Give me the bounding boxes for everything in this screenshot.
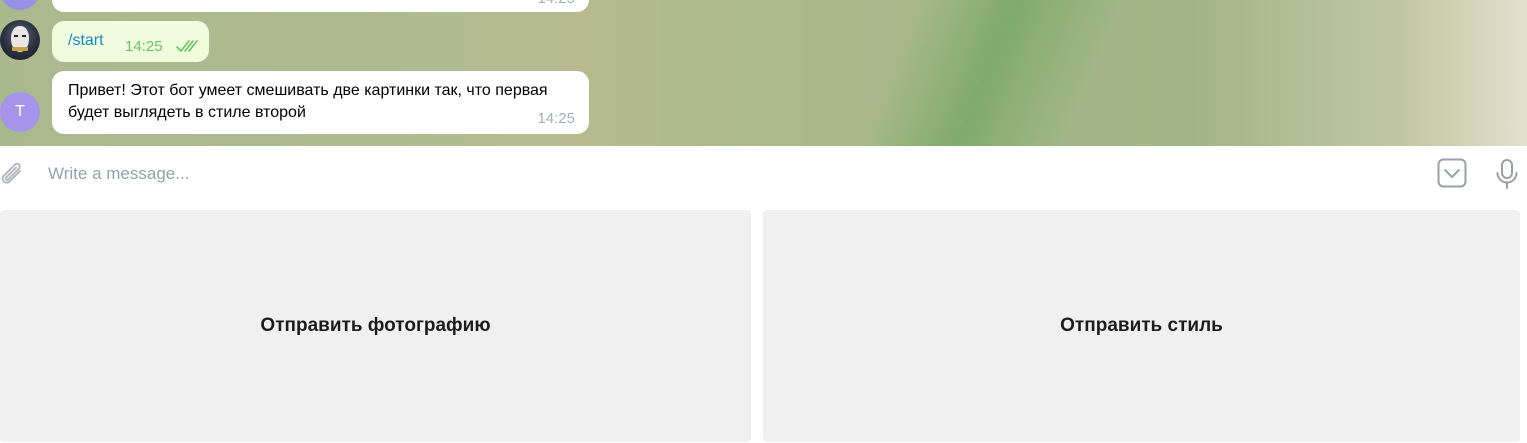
- bot-avatar[interactable]: T: [0, 92, 40, 132]
- message-time: 14:25: [537, 110, 575, 127]
- incoming-message-bubble: Привет! Этот бот умеет смешивать две кар…: [52, 71, 589, 134]
- paperclip-icon[interactable]: [0, 160, 26, 190]
- avatar-logo: [12, 47, 28, 51]
- message-time: 14:25: [537, 0, 575, 10]
- bot-keyboard-icon[interactable]: [1437, 158, 1467, 188]
- message-composer: [0, 146, 1527, 202]
- message-input[interactable]: [38, 158, 1418, 190]
- message-text: Привет! Этот бот умеет смешивать две кар…: [68, 82, 548, 121]
- message-bubble: 14:25: [52, 0, 589, 12]
- send-style-button[interactable]: Отправить стиль: [763, 210, 1520, 442]
- user-avatar[interactable]: [0, 20, 40, 60]
- start-command-link[interactable]: /start: [68, 30, 104, 52]
- send-photo-button[interactable]: Отправить фотографию: [0, 210, 751, 442]
- message-time: 14:25: [125, 38, 163, 55]
- chat-history: 14:25 /start 14:25 T Привет! Этот бот ум…: [0, 0, 1527, 146]
- microphone-icon[interactable]: [1494, 158, 1520, 190]
- bot-reply-keyboard: Отправить фотографию Отправить стиль: [0, 202, 1527, 443]
- double-check-icon: [176, 40, 198, 52]
- outgoing-message-bubble: /start 14:25: [52, 21, 209, 62]
- avatar[interactable]: [0, 0, 40, 10]
